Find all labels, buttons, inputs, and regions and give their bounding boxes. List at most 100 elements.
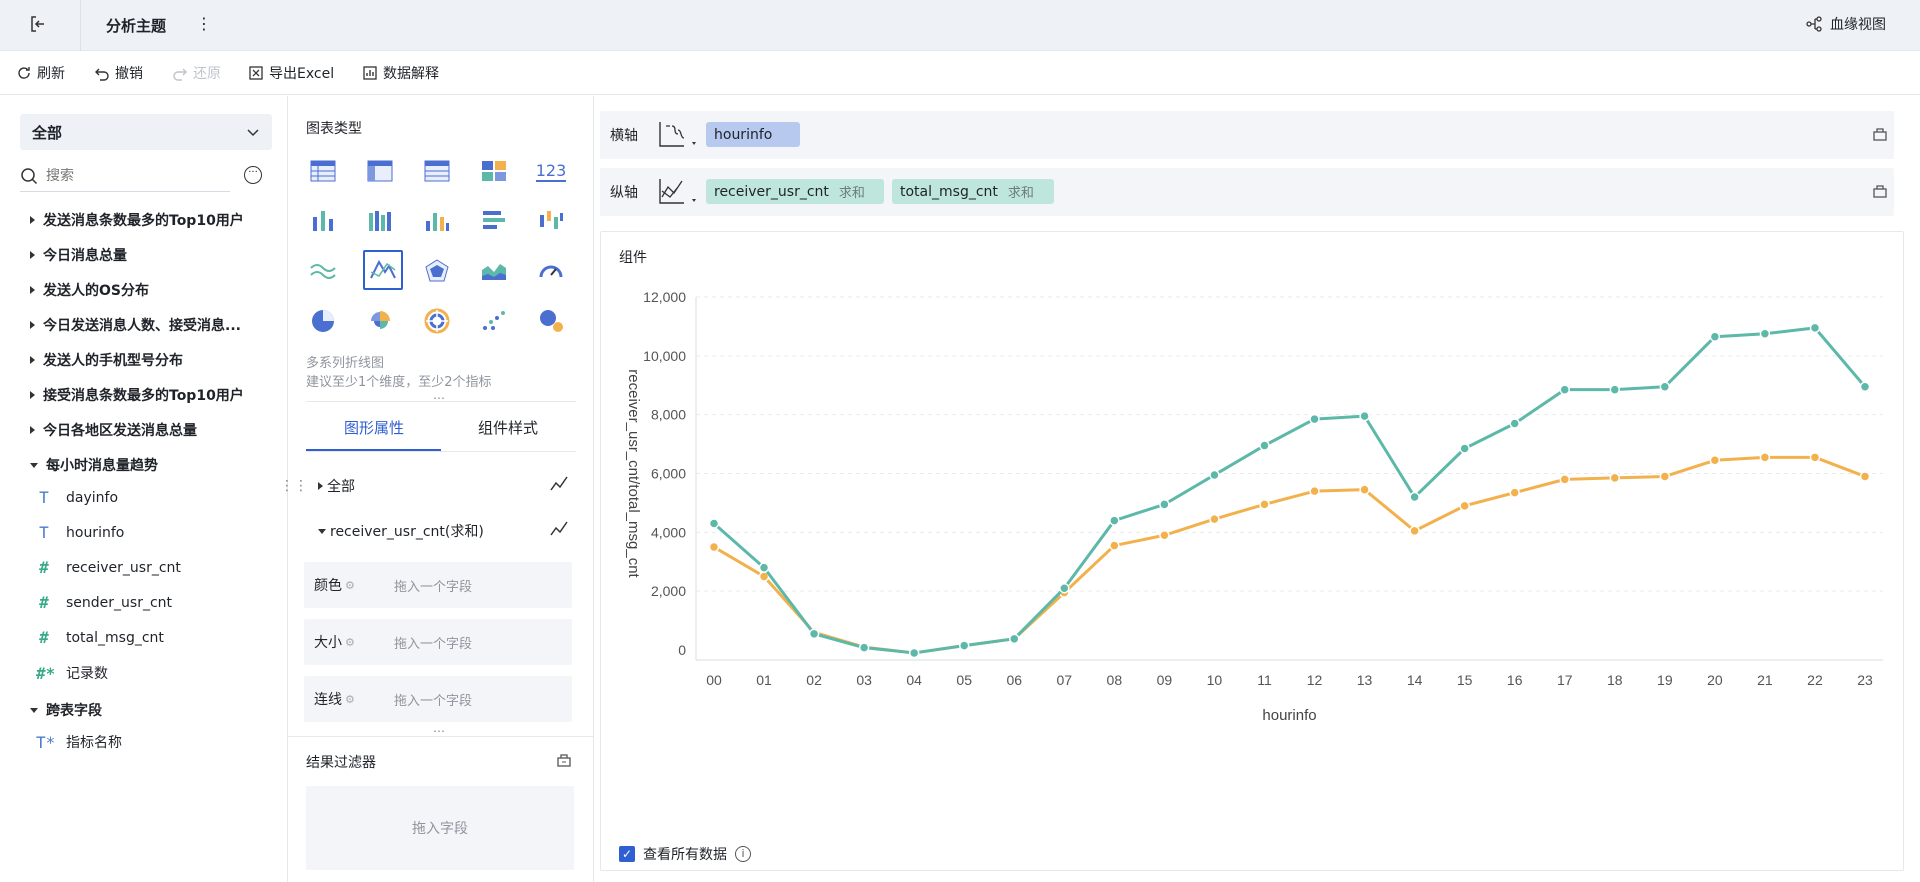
data-point — [1159, 499, 1170, 510]
connect-prop-drop[interactable]: 连线 ⚙ 拖入一个字段 — [304, 676, 572, 722]
undo-label: 撤销 — [115, 66, 143, 82]
field-item[interactable]: #* 记录数 — [36, 663, 108, 683]
scatter-chart-icon[interactable] — [477, 304, 511, 338]
y-field-pill[interactable]: total_msg_cnt 求和 — [892, 179, 1054, 204]
more-vertical-icon[interactable]: ⋮ — [196, 14, 212, 33]
redo-button[interactable]: 还原 — [172, 51, 221, 95]
exit-icon[interactable] — [28, 14, 48, 38]
x-tick-label: 08 — [1107, 672, 1123, 688]
field-item[interactable]: Tdayinfo — [36, 488, 118, 507]
filter-settings-icon[interactable] — [556, 752, 572, 772]
shelf-settings-icon[interactable] — [1872, 183, 1888, 203]
data-point — [1459, 500, 1470, 512]
topic-item-expanded[interactable]: 每小时消息量趋势 — [30, 455, 158, 475]
topic-item[interactable]: 今日发送消息人数、接受消息... — [30, 315, 241, 335]
data-point — [1209, 469, 1220, 481]
show-all-data-checkbox[interactable]: ✓ 查看所有数据 i — [619, 844, 751, 864]
page-title: 分析主题 — [106, 17, 167, 35]
line-style-icon[interactable] — [550, 521, 568, 541]
axis-type-icon[interactable] — [658, 120, 698, 154]
x-tick-label: 22 — [1807, 672, 1823, 688]
data-explain-button[interactable]: 数据解释 — [362, 51, 439, 95]
x-axis-shelf[interactable]: 横轴 hourinfo — [600, 111, 1894, 159]
series-props-row[interactable]: receiver_usr_cnt(求和) — [318, 521, 484, 541]
data-point — [1659, 471, 1671, 482]
field-item[interactable]: # sender_usr_cnt — [36, 593, 172, 612]
chart-hint-desc: 建议至少1个维度，至少2个指标 — [306, 375, 492, 390]
field-item[interactable]: # receiver_usr_cnt — [36, 558, 181, 577]
topic-item[interactable]: 接受消息条数最多的Top10用户 — [30, 385, 244, 405]
checkbox-checked-icon[interactable]: ✓ — [619, 846, 635, 862]
sunburst-chart-icon[interactable] — [420, 304, 454, 338]
topic-item[interactable]: 今日各地区发送消息总量 — [30, 420, 197, 440]
color-prop-drop[interactable]: 颜色 ⚙ 拖入一个字段 — [304, 562, 572, 608]
data-point — [1109, 515, 1120, 526]
number-type-icon: #* — [36, 663, 56, 683]
dashboard-card-icon[interactable] — [477, 154, 511, 188]
wave-chart-icon[interactable] — [306, 254, 340, 288]
column-chart-icon[interactable] — [420, 204, 454, 238]
y-axis-shelf[interactable]: 纵轴 receiver_usr_cnt 求和 total_msg_cnt 求和 — [600, 168, 1894, 216]
topic-item[interactable]: 发送人的手机型号分布 — [30, 350, 183, 370]
line-style-icon[interactable] — [550, 476, 568, 496]
field-item[interactable]: # total_msg_cnt — [36, 628, 164, 647]
x-tick-label: 09 — [1157, 672, 1173, 688]
topic-item[interactable]: 发送消息条数最多的Top10用户 — [30, 210, 244, 230]
export-excel-button[interactable]: 导出Excel — [248, 51, 334, 95]
radar-chart-icon[interactable] — [420, 254, 454, 288]
divider — [306, 451, 576, 452]
detail-table-icon[interactable] — [420, 154, 454, 188]
cross-table-group[interactable]: 跨表字段 — [30, 700, 102, 720]
pie-chart-icon[interactable] — [306, 304, 340, 338]
filter-drop-zone[interactable]: 拖入字段 — [306, 786, 574, 870]
y-field-pill[interactable]: receiver_usr_cnt 求和 — [706, 179, 884, 204]
gauge-chart-icon[interactable] — [534, 254, 568, 288]
field-item[interactable]: Thourinfo — [36, 523, 124, 542]
data-point — [1609, 472, 1621, 484]
topic-dropdown[interactable]: 全部 — [20, 114, 272, 150]
data-point — [1759, 328, 1771, 340]
chevron-down-icon — [247, 129, 259, 137]
grouped-bar-icon[interactable] — [306, 204, 340, 238]
field-item[interactable]: T* 指标名称 — [36, 732, 122, 752]
top-bar: 分析主题 ⋮ 血缘视图 — [0, 0, 1920, 51]
series-line — [713, 326, 1867, 655]
x-field-pill[interactable]: hourinfo — [706, 122, 800, 147]
y-tick-label: 2,000 — [651, 583, 686, 599]
refresh-button[interactable]: 刷新 — [16, 51, 65, 95]
topic-item[interactable]: 今日消息总量 — [30, 245, 127, 265]
divider — [288, 736, 594, 737]
undo-button[interactable]: 撤销 — [94, 51, 143, 95]
pivot-table-icon[interactable] — [363, 154, 397, 188]
range-bar-icon[interactable] — [534, 204, 568, 238]
tab-component-style[interactable]: 组件样式 — [478, 417, 538, 438]
size-prop-drop[interactable]: 大小 ⚙ 拖入一个字段 — [304, 619, 572, 665]
divider — [80, 0, 81, 51]
x-tick-label: 17 — [1557, 672, 1573, 688]
multi-line-chart-icon[interactable] — [363, 250, 403, 290]
stacked-bar-icon[interactable] — [363, 204, 397, 238]
x-tick-label: 15 — [1457, 672, 1473, 688]
area-chart-icon[interactable] — [477, 254, 511, 288]
gear-icon: ⚙ — [345, 635, 355, 649]
data-point — [1309, 485, 1320, 497]
topic-item[interactable]: 发送人的OS分布 — [30, 280, 149, 300]
data-point — [1859, 381, 1871, 392]
table-chart-icon[interactable] — [306, 154, 340, 188]
bubble-chart-icon[interactable] — [534, 304, 568, 338]
info-icon[interactable]: i — [735, 846, 751, 862]
y-tick-label: 10,000 — [643, 348, 686, 364]
rose-chart-icon[interactable] — [363, 304, 397, 338]
excel-icon — [249, 66, 263, 80]
horizontal-bar-icon[interactable] — [477, 204, 511, 238]
lineage-view-button[interactable]: 血缘视图 — [1806, 14, 1886, 34]
kpi-icon[interactable]: 123 — [534, 154, 568, 188]
shelf-settings-icon[interactable] — [1872, 126, 1888, 146]
search-input[interactable] — [46, 167, 216, 184]
all-props-row[interactable]: 全部 — [318, 476, 355, 496]
search-box[interactable] — [20, 160, 230, 192]
resize-handle-icon[interactable]: ⋯ — [433, 391, 445, 405]
axis-type-icon[interactable] — [658, 177, 698, 211]
tab-graphic-props[interactable]: 图形属性 — [344, 417, 404, 438]
more-options-icon[interactable]: ··· — [244, 166, 262, 184]
